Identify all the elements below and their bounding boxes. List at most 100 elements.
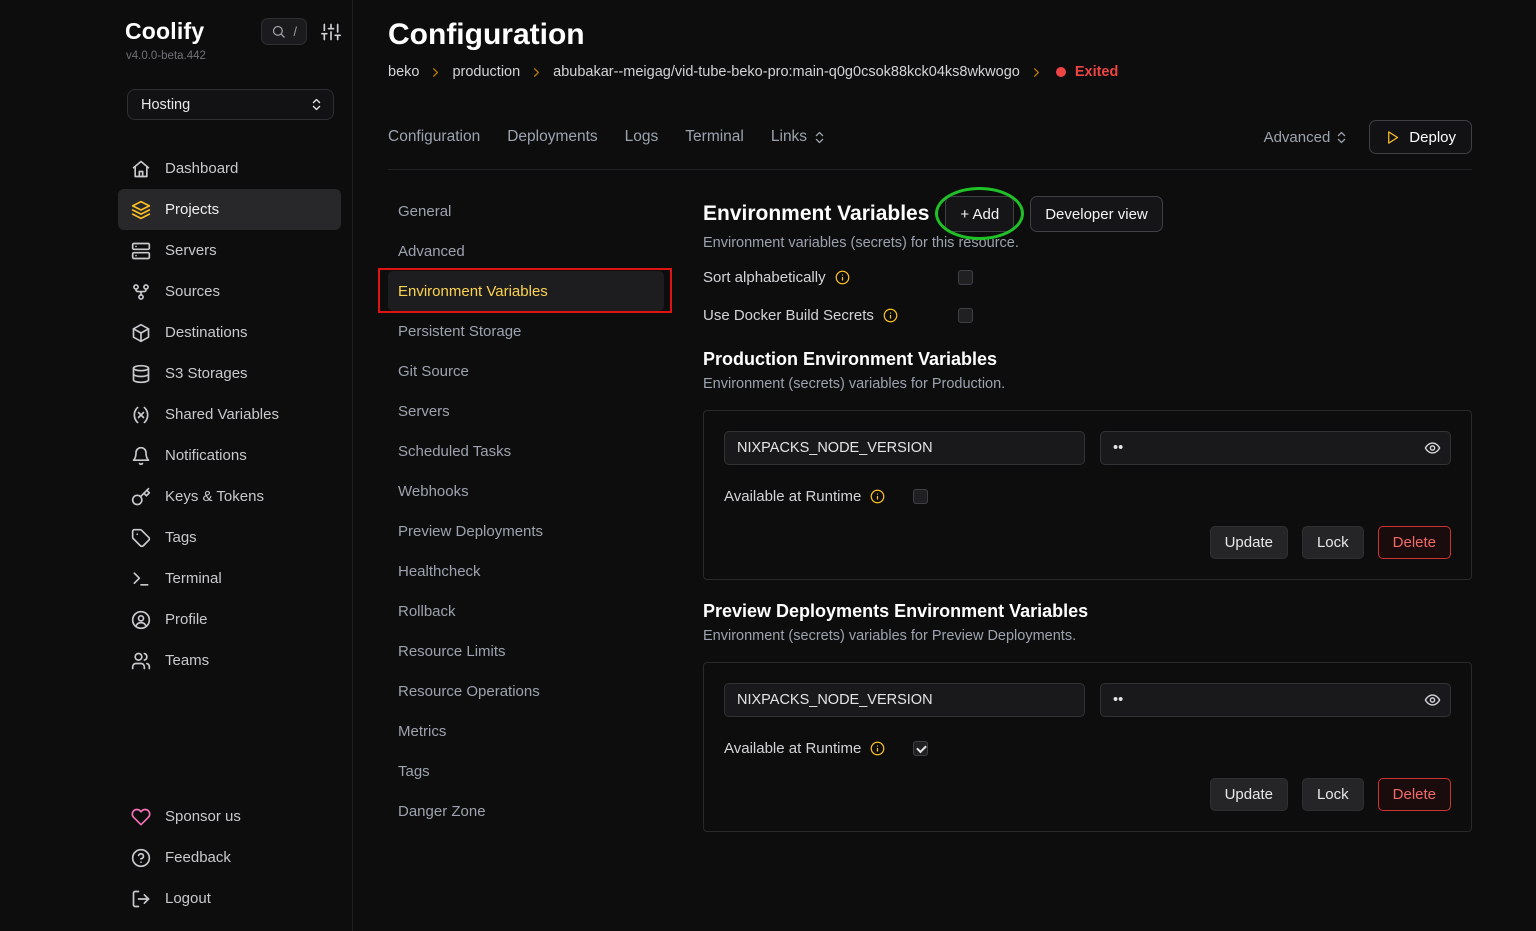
docker-build-secrets-label: Use Docker Build Secrets [703,307,874,324]
git-branch-icon [131,282,151,302]
chevrons-up-down-icon [1334,130,1349,145]
sidebar-item-notifications[interactable]: Notifications [118,435,341,476]
info-icon[interactable] [870,741,885,756]
delete-button[interactable]: Delete [1378,778,1451,811]
advanced-dropdown[interactable]: Advanced [1264,129,1350,146]
variable-value-input[interactable] [1100,683,1451,717]
sidebar-item-feedback[interactable]: Feedback [118,837,341,878]
sidebar-item-label: Feedback [165,849,231,866]
subnav-item-scheduled-tasks[interactable]: Scheduled Tasks [388,431,664,471]
sidebar-footer-nav: Sponsor us Feedback Logout [118,796,341,919]
sidebar-item-label: Profile [165,611,208,628]
add-variable-button[interactable]: + Add [945,196,1014,232]
sidebar-item-terminal[interactable]: Terminal [118,558,341,599]
subnav-item-resource-operations[interactable]: Resource Operations [388,671,664,711]
sidebar-item-servers[interactable]: Servers [118,230,341,271]
sidebar-nav: Dashboard Projects Servers Sources Desti… [118,148,341,681]
sidebar-item-logout[interactable]: Logout [118,878,341,919]
team-select-value: Hosting [141,97,190,113]
subnav-item-webhooks[interactable]: Webhooks [388,471,664,511]
update-button[interactable]: Update [1210,526,1288,559]
sort-alphabetically-checkbox[interactable] [958,270,973,285]
subnav-item-preview-deployments[interactable]: Preview Deployments [388,511,664,551]
sliders-icon [321,22,341,42]
subnav-item-persistent-storage[interactable]: Persistent Storage [388,311,664,351]
subnav-item-metrics[interactable]: Metrics [388,711,664,751]
sidebar: Coolify / v4.0.0-beta.442 Hosting Dashbo… [0,0,353,931]
reveal-value-button[interactable] [1424,692,1441,709]
variable-actions: Update Lock Delete [724,778,1451,811]
tab-links[interactable]: Links [771,128,827,146]
home-icon [131,159,151,179]
sidebar-item-sources[interactable]: Sources [118,271,341,312]
lock-button[interactable]: Lock [1302,526,1364,559]
variable-key-input[interactable] [724,683,1085,717]
tab-terminal[interactable]: Terminal [685,128,744,146]
logout-icon [131,889,151,909]
sidebar-item-dashboard[interactable]: Dashboard [118,148,341,189]
subnav-item-danger-zone[interactable]: Danger Zone [388,791,664,831]
tab-logs[interactable]: Logs [625,128,659,146]
sidebar-item-label: Terminal [165,570,222,587]
status-badge: Exited [1075,64,1119,80]
sidebar-item-sponsor[interactable]: Sponsor us [118,796,341,837]
tab-configuration[interactable]: Configuration [388,128,480,146]
reveal-value-button[interactable] [1424,440,1441,457]
subnav-item-healthcheck[interactable]: Healthcheck [388,551,664,591]
delete-button[interactable]: Delete [1378,526,1451,559]
sidebar-item-tags[interactable]: Tags [118,517,341,558]
tabs: Configuration Deployments Logs Terminal … [388,128,827,146]
user-icon [131,610,151,630]
variable-key-input[interactable] [724,431,1085,465]
global-settings-button[interactable] [321,22,341,42]
subnav-item-advanced[interactable]: Advanced [388,231,664,271]
subnav-item-environment-variables[interactable]: Environment Variables [388,271,664,311]
developer-view-button[interactable]: Developer view [1030,196,1163,232]
subnav-item-rollback[interactable]: Rollback [388,591,664,631]
available-at-runtime-checkbox[interactable] [913,741,928,756]
deploy-button[interactable]: Deploy [1369,120,1472,154]
lock-button[interactable]: Lock [1302,778,1364,811]
subnav-item-resource-limits[interactable]: Resource Limits [388,631,664,671]
sidebar-item-projects[interactable]: Projects [118,189,341,230]
subnav-item-git-source[interactable]: Git Source [388,351,664,391]
breadcrumb-resource[interactable]: abubakar--meigag/vid-tube-beko-pro:main-… [553,64,1020,80]
info-icon[interactable] [870,489,885,504]
info-icon[interactable] [883,308,898,323]
tab-deployments[interactable]: Deployments [507,128,597,146]
eye-icon [1424,440,1441,457]
status-dot [1056,67,1066,77]
docker-build-secrets-checkbox[interactable] [958,308,973,323]
sidebar-item-profile[interactable]: Profile [118,599,341,640]
sidebar-item-s3-storages[interactable]: S3 Storages [118,353,341,394]
variable-value-input[interactable] [1100,431,1451,465]
chevron-right-icon [529,65,544,80]
sidebar-item-destinations[interactable]: Destinations [118,312,341,353]
layers-icon [131,200,151,220]
breadcrumb-team[interactable]: beko [388,64,419,80]
page-title: Configuration [388,18,1472,52]
app-logo[interactable]: Coolify [125,18,204,45]
chevron-right-icon [1029,65,1044,80]
subnav-item-tags[interactable]: Tags [388,751,664,791]
sidebar-item-shared-variables[interactable]: Shared Variables [118,394,341,435]
info-icon[interactable] [835,270,850,285]
section-subtitle: Environment variables (secrets) for this… [703,235,1472,251]
sidebar-item-label: Tags [165,529,197,546]
preview-env-subtitle: Environment (secrets) variables for Prev… [703,628,1472,644]
search-button[interactable]: / [261,18,307,45]
sidebar-item-label: Logout [165,890,211,907]
available-at-runtime-checkbox[interactable] [913,489,928,504]
subnav-item-servers[interactable]: Servers [388,391,664,431]
sidebar-header: Coolify / [125,18,341,45]
team-select[interactable]: Hosting [127,89,334,120]
section-title: Environment Variables [703,202,929,226]
sidebar-item-teams[interactable]: Teams [118,640,341,681]
update-button[interactable]: Update [1210,778,1288,811]
users-icon [131,651,151,671]
main-area: Configuration beko production abubakar--… [353,0,1536,931]
breadcrumb-environment[interactable]: production [452,64,520,80]
sidebar-item-keys-tokens[interactable]: Keys & Tokens [118,476,341,517]
subnav-item-general[interactable]: General [388,191,664,231]
chevrons-up-down-icon [309,97,324,112]
